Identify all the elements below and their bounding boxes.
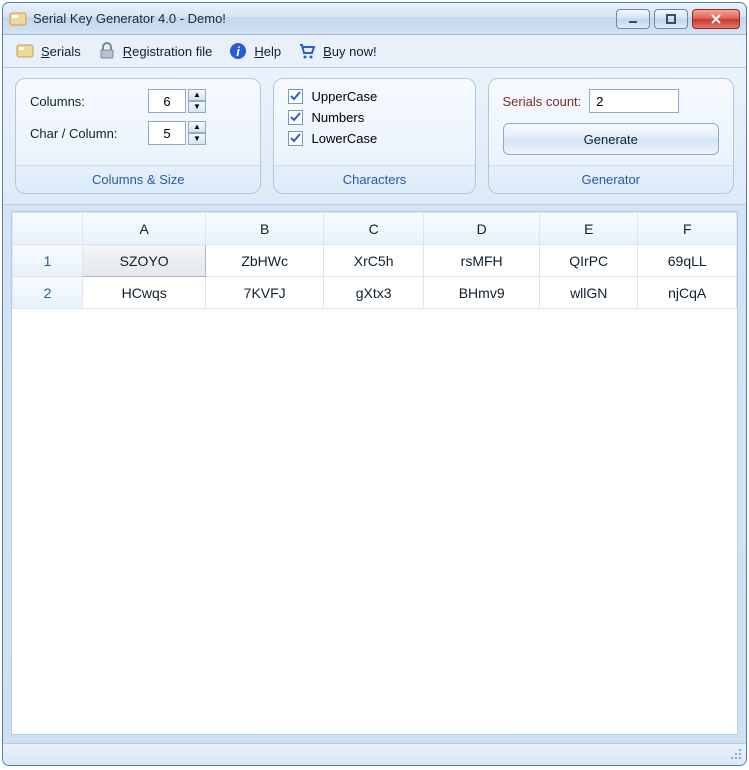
column-header[interactable]: D xyxy=(424,213,540,245)
table-row: 2HCwqs7KVFJgXtx3BHmv9wllGNnjCqA xyxy=(13,277,737,309)
spin-down-button[interactable]: ▼ xyxy=(188,133,206,145)
checkbox-label: Numbers xyxy=(311,110,364,125)
grid-cell[interactable]: SZOYO xyxy=(83,245,206,277)
columns-spinner: ▲ ▼ xyxy=(148,89,206,113)
char-input[interactable] xyxy=(148,121,186,145)
column-header[interactable]: C xyxy=(323,213,423,245)
uppercase-checkbox[interactable] xyxy=(288,89,303,104)
statusbar xyxy=(3,743,746,765)
checkbox-label: LowerCase xyxy=(311,131,377,146)
close-button[interactable] xyxy=(692,9,740,29)
spin-up-button[interactable]: ▲ xyxy=(188,89,206,101)
grid-cell[interactable]: XrC5h xyxy=(323,245,423,277)
spin-down-button[interactable]: ▼ xyxy=(188,101,206,113)
column-header[interactable]: F xyxy=(638,213,737,245)
info-icon: i xyxy=(228,41,248,61)
lowercase-checkbox[interactable] xyxy=(288,131,303,146)
menu-serials[interactable]: Serials xyxy=(15,41,81,61)
menu-buy[interactable]: Buy now! xyxy=(297,41,376,61)
grid-cell[interactable]: ZbHWc xyxy=(206,245,324,277)
columns-input[interactable] xyxy=(148,89,186,113)
grid-cell[interactable]: BHmv9 xyxy=(424,277,540,309)
char-label: Char / Column: xyxy=(30,126,140,141)
grid-cell[interactable]: QIrPC xyxy=(540,245,638,277)
column-header[interactable]: A xyxy=(83,213,206,245)
generator-panel: Serials count: Generate Generator xyxy=(488,78,734,194)
menu-label: Registration file xyxy=(123,44,213,59)
menu-label: Help xyxy=(254,44,281,59)
row-number[interactable]: 1 xyxy=(13,245,83,277)
column-header[interactable]: B xyxy=(206,213,324,245)
grid-table[interactable]: ABCDEF1SZOYOZbHWcXrC5hrsMFHQIrPC69qLL2HC… xyxy=(12,212,737,309)
table-row: 1SZOYOZbHWcXrC5hrsMFHQIrPC69qLL xyxy=(13,245,737,277)
row-number[interactable]: 2 xyxy=(13,277,83,309)
app-icon xyxy=(9,10,27,28)
grid-cell[interactable]: njCqA xyxy=(638,277,737,309)
resize-grip-icon[interactable] xyxy=(728,746,742,763)
options-row: Columns: ▲ ▼ Char / Column: ▲ xyxy=(3,68,746,205)
lock-icon xyxy=(97,41,117,61)
app-window: Serial Key Generator 4.0 - Demo! Serials… xyxy=(2,2,747,766)
serials-count-label: Serials count: xyxy=(503,94,582,109)
panel-footer: Generator xyxy=(489,165,733,193)
grid-cell[interactable]: HCwqs xyxy=(83,277,206,309)
spin-up-button[interactable]: ▲ xyxy=(188,121,206,133)
grid-cell[interactable]: 69qLL xyxy=(638,245,737,277)
minimize-button[interactable] xyxy=(616,9,650,29)
grid-cell[interactable]: 7KVFJ xyxy=(206,277,324,309)
serials-count-input[interactable] xyxy=(589,89,679,113)
panel-footer: Characters xyxy=(274,165,474,193)
maximize-button[interactable] xyxy=(654,9,688,29)
cart-icon xyxy=(297,41,317,61)
checkbox-label: UpperCase xyxy=(311,89,377,104)
grid-corner xyxy=(13,213,83,245)
window-title: Serial Key Generator 4.0 - Demo! xyxy=(33,11,616,26)
char-spinner: ▲ ▼ xyxy=(148,121,206,145)
generate-button[interactable]: Generate xyxy=(503,123,719,155)
svg-text:i: i xyxy=(237,44,241,59)
columns-panel: Columns: ▲ ▼ Char / Column: ▲ xyxy=(15,78,261,194)
grid-cell[interactable]: wllGN xyxy=(540,277,638,309)
numbers-checkbox[interactable] xyxy=(288,110,303,125)
grid-cell[interactable]: gXtx3 xyxy=(323,277,423,309)
menubar: Serials Registration file i Help Buy now… xyxy=(3,35,746,68)
serials-icon xyxy=(15,41,35,61)
panel-footer: Columns & Size xyxy=(16,165,260,193)
menu-help[interactable]: i Help xyxy=(228,41,281,61)
menu-label: Serials xyxy=(41,44,81,59)
menu-registration[interactable]: Registration file xyxy=(97,41,213,61)
characters-panel: UpperCase Numbers LowerCase Characters xyxy=(273,78,475,194)
columns-label: Columns: xyxy=(30,94,140,109)
menu-label: Buy now! xyxy=(323,44,376,59)
titlebar: Serial Key Generator 4.0 - Demo! xyxy=(3,3,746,35)
window-controls xyxy=(616,9,740,29)
grid-cell[interactable]: rsMFH xyxy=(424,245,540,277)
results-grid: ABCDEF1SZOYOZbHWcXrC5hrsMFHQIrPC69qLL2HC… xyxy=(11,211,738,735)
column-header[interactable]: E xyxy=(540,213,638,245)
